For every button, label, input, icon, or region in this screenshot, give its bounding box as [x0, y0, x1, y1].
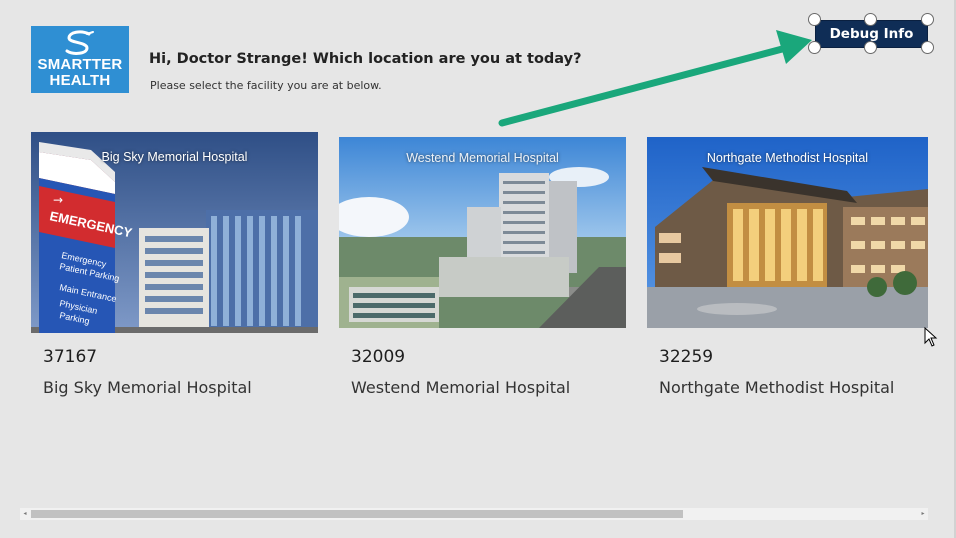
facility-image[interactable]: EMERGENCY → Emergency Patient Parking Ma… [31, 132, 318, 333]
app-canvas: SMARTTER HEALTH Hi, Doctor Strange! Whic… [0, 0, 956, 538]
logo-swoosh-icon [65, 30, 94, 55]
hospital-photo [647, 137, 928, 328]
facility-name: Big Sky Memorial Hospital [43, 378, 252, 397]
hospital-photo [339, 137, 626, 328]
scrollbar-thumb[interactable] [31, 510, 683, 518]
greeting-heading: Hi, Doctor Strange! Which location are y… [149, 51, 582, 67]
facility-name: Northgate Methodist Hospital [659, 378, 895, 397]
facility-image[interactable]: Westend Memorial Hospital [339, 137, 626, 328]
mouse-pointer-icon [924, 327, 938, 347]
facility-code: 37167 [43, 347, 98, 367]
facility-code: 32009 [351, 347, 406, 367]
resize-handle[interactable] [864, 41, 877, 54]
resize-handle[interactable] [921, 41, 934, 54]
logo-line-1: SMARTTER [37, 56, 123, 73]
svg-text:→: → [53, 193, 63, 207]
debug-button-selection: Debug Info [808, 13, 934, 54]
facility-image-caption: Big Sky Memorial Hospital [101, 150, 248, 164]
horizontal-scrollbar[interactable]: ◂ ▸ [20, 508, 928, 520]
scroll-right-arrow-icon[interactable]: ▸ [919, 510, 927, 518]
resize-handle[interactable] [808, 13, 821, 26]
facility-image[interactable]: Northgate Methodist Hospital [647, 137, 928, 328]
instruction-text: Please select the facility you are at be… [150, 79, 382, 92]
facility-name: Westend Memorial Hospital [351, 378, 571, 397]
resize-handle[interactable] [921, 13, 934, 26]
resize-handle[interactable] [864, 13, 877, 26]
resize-handle[interactable] [808, 41, 821, 54]
logo-wordmark: SMARTTER HEALTH [31, 57, 129, 89]
facility-image-caption: Northgate Methodist Hospital [706, 151, 869, 165]
facility-code: 32259 [659, 347, 714, 367]
scroll-left-arrow-icon[interactable]: ◂ [21, 510, 29, 518]
smartter-health-logo: SMARTTER HEALTH [31, 26, 129, 93]
logo-line-2: HEALTH [49, 72, 111, 89]
facility-image-caption: Westend Memorial Hospital [406, 151, 559, 165]
